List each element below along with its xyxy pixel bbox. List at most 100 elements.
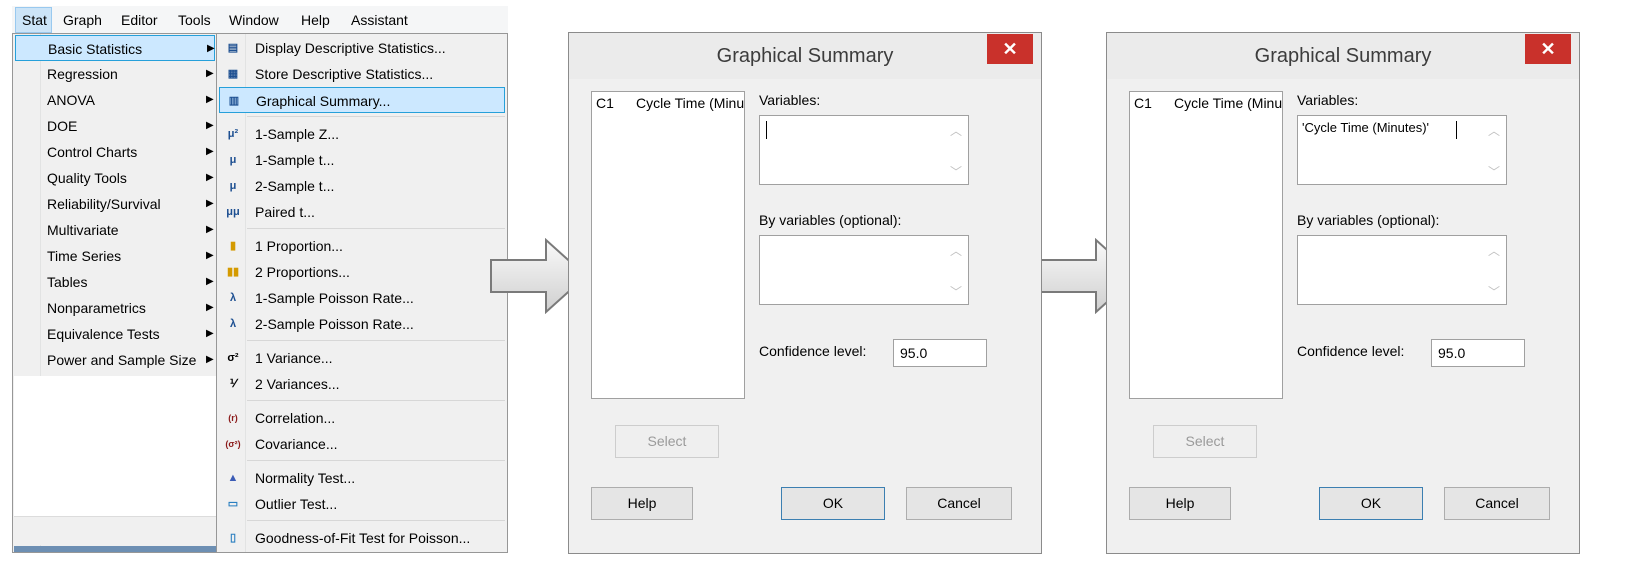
scroll-up-icon[interactable]: ︿ <box>950 122 962 139</box>
menu-item-label: Basic Statistics <box>48 41 143 57</box>
two-proportions-icon: ▮▮ <box>226 266 240 278</box>
submenu-item-2-variances[interactable]: ⅟ 2 Variances... <box>219 371 505 397</box>
confidence-level-field[interactable]: 95.0 <box>893 339 987 367</box>
scroll-up-icon[interactable]: ︿ <box>1488 122 1500 139</box>
one-proportion-icon: ▮ <box>229 240 237 252</box>
menu-stat[interactable]: Stat <box>15 7 52 33</box>
column-name[interactable]: Cycle Time (Minutes) <box>1174 95 1282 111</box>
submenu-item-2-sample-t[interactable]: μ 2-Sample t... <box>219 173 505 199</box>
stat-menu-item-basic-statistics[interactable]: Basic Statistics ▶ <box>15 35 215 61</box>
submenu-item-graphical-summary[interactable]: ▥ Graphical Summary... <box>219 87 505 113</box>
column-id[interactable]: C1 <box>1134 95 1152 111</box>
submenu-arrow-icon: ▶ <box>206 250 214 261</box>
submenu-item-label: Covariance... <box>255 436 338 452</box>
submenu-separator <box>247 116 505 117</box>
dialog-title: Graphical Summary <box>716 45 894 67</box>
confidence-level-field[interactable]: 95.0 <box>1431 339 1525 367</box>
mu-mu-icon: μμ <box>226 206 240 218</box>
submenu-item-correlation[interactable]: (r) Correlation... <box>219 405 505 431</box>
stat-menu-item-power-and-sample-size[interactable]: Power and Sample Size ▶ <box>15 347 215 373</box>
submenu-item-label: Goodness-of-Fit Test for Poisson... <box>255 530 471 546</box>
submenu-arrow-icon: ▶ <box>206 68 214 79</box>
submenu-item-label: Normality Test... <box>255 470 356 486</box>
scroll-down-icon[interactable]: ﹀ <box>950 163 962 180</box>
menu-tools[interactable]: Tools <box>178 11 211 29</box>
submenu-item-display-descriptive-statistics[interactable]: ▤ Display Descriptive Statistics... <box>219 35 505 61</box>
stat-menu-item-time-series[interactable]: Time Series ▶ <box>15 243 215 269</box>
stat-menu-item-anova[interactable]: ANOVA ▶ <box>15 87 215 113</box>
stat-menu-item-quality-tools[interactable]: Quality Tools ▶ <box>15 165 215 191</box>
submenu-item-outlier-test[interactable]: ▭ Outlier Test... <box>219 491 505 517</box>
submenu-item-covariance[interactable]: (σ²) Covariance... <box>219 431 505 457</box>
submenu-separator <box>247 228 505 229</box>
submenu-item-label: 1-Sample t... <box>255 152 335 168</box>
confidence-level-label: Confidence level: <box>1297 343 1405 359</box>
close-icon[interactable]: ✕ <box>987 34 1033 64</box>
help-button[interactable]: Help <box>1129 487 1231 520</box>
submenu-arrow-icon: ▶ <box>206 146 214 157</box>
stat-menu-item-equivalence-tests[interactable]: Equivalence Tests ▶ <box>15 321 215 347</box>
select-button[interactable]: Select <box>615 425 719 458</box>
stat-menu-item-regression[interactable]: Regression ▶ <box>15 61 215 87</box>
submenu-item-1-sample-t[interactable]: μ 1-Sample t... <box>219 147 505 173</box>
select-button[interactable]: Select <box>1153 425 1257 458</box>
menu-window[interactable]: Window <box>229 11 279 29</box>
submenu-item-label: 1-Sample Poisson Rate... <box>255 290 414 306</box>
scroll-down-icon[interactable]: ﹀ <box>950 283 962 300</box>
ok-button[interactable]: OK <box>781 487 885 520</box>
ok-button[interactable]: OK <box>1319 487 1423 520</box>
stat-menu-item-nonparametrics[interactable]: Nonparametrics ▶ <box>15 295 215 321</box>
close-icon[interactable]: ✕ <box>1525 34 1571 64</box>
help-button[interactable]: Help <box>591 487 693 520</box>
submenu-item-paired-t[interactable]: μμ Paired t... <box>219 199 505 225</box>
submenu-item-2-sample-poisson-rate[interactable]: λ 2-Sample Poisson Rate... <box>219 311 505 337</box>
scroll-down-icon[interactable]: ﹀ <box>1488 283 1500 300</box>
sigma-squared-icon: σ² <box>227 352 239 364</box>
submenu-arrow-icon: ▶ <box>207 43 215 54</box>
submenu-arrow-icon: ▶ <box>206 120 214 131</box>
cancel-button[interactable]: Cancel <box>1444 487 1550 520</box>
lambda-icon: λ <box>229 292 237 304</box>
menu-editor[interactable]: Editor <box>121 11 158 29</box>
stat-menu-item-reliability-survival[interactable]: Reliability/Survival ▶ <box>15 191 215 217</box>
submenu-item-1-sample-poisson-rate[interactable]: λ 1-Sample Poisson Rate... <box>219 285 505 311</box>
column-list[interactable]: C1 Cycle Time (Minutes) <box>1129 91 1283 399</box>
variables-field[interactable]: ︿ ﹀ <box>759 115 969 185</box>
column-name[interactable]: Cycle Time (Minutes) <box>636 95 744 111</box>
submenu-item-1-sample-z[interactable]: μ² 1-Sample Z... <box>219 121 505 147</box>
submenu-item-1-proportion[interactable]: ▮ 1 Proportion... <box>219 233 505 259</box>
scroll-down-icon[interactable]: ﹀ <box>1488 163 1500 180</box>
basic-statistics-submenu: ▤ Display Descriptive Statistics... ▦ Stor… <box>216 33 508 553</box>
menu-item-label: Reliability/Survival <box>47 196 161 212</box>
scroll-up-icon[interactable]: ︿ <box>1488 242 1500 259</box>
menu-assistant[interactable]: Assistant <box>351 11 408 29</box>
submenu-item-label: 2 Proportions... <box>255 264 350 280</box>
submenu-arrow-icon: ▶ <box>206 354 214 365</box>
stat-menu-item-control-charts[interactable]: Control Charts ▶ <box>15 139 215 165</box>
submenu-item-2-proportions[interactable]: ▮▮ 2 Proportions... <box>219 259 505 285</box>
text-caret <box>1456 121 1457 139</box>
stat-menu-item-multivariate[interactable]: Multivariate ▶ <box>15 217 215 243</box>
menu-item-label: ANOVA <box>47 92 95 108</box>
variables-field[interactable]: 'Cycle Time (Minutes)' ︿ ﹀ <box>1297 115 1507 185</box>
stat-menu-item-tables[interactable]: Tables ▶ <box>15 269 215 295</box>
menu-graph[interactable]: Graph <box>63 11 102 29</box>
taskbar-strip <box>14 546 216 552</box>
submenu-item-goodness-of-fit[interactable]: ▯ Goodness-of-Fit Test for Poisson... <box>219 525 505 551</box>
cancel-button[interactable]: Cancel <box>906 487 1012 520</box>
menu-item-label: Power and Sample Size <box>47 352 197 368</box>
submenu-item-1-variance[interactable]: σ² 1 Variance... <box>219 345 505 371</box>
menu-item-label: DOE <box>47 118 78 134</box>
scroll-up-icon[interactable]: ︿ <box>950 242 962 259</box>
variables-label: Variables: <box>1297 92 1359 108</box>
submenu-item-normality-test[interactable]: ▲ Normality Test... <box>219 465 505 491</box>
by-variables-field[interactable]: ︿ ﹀ <box>759 235 969 305</box>
stat-menu-item-doe[interactable]: DOE ▶ <box>15 113 215 139</box>
by-variables-field[interactable]: ︿ ﹀ <box>1297 235 1507 305</box>
column-list[interactable]: C1 Cycle Time (Minutes) <box>591 91 745 399</box>
submenu-item-store-descriptive-statistics[interactable]: ▦ Store Descriptive Statistics... <box>219 61 505 87</box>
submenu-arrow-icon: ▶ <box>206 224 214 235</box>
menu-help[interactable]: Help <box>301 11 330 29</box>
column-id[interactable]: C1 <box>596 95 614 111</box>
confidence-level-label: Confidence level: <box>759 343 867 359</box>
